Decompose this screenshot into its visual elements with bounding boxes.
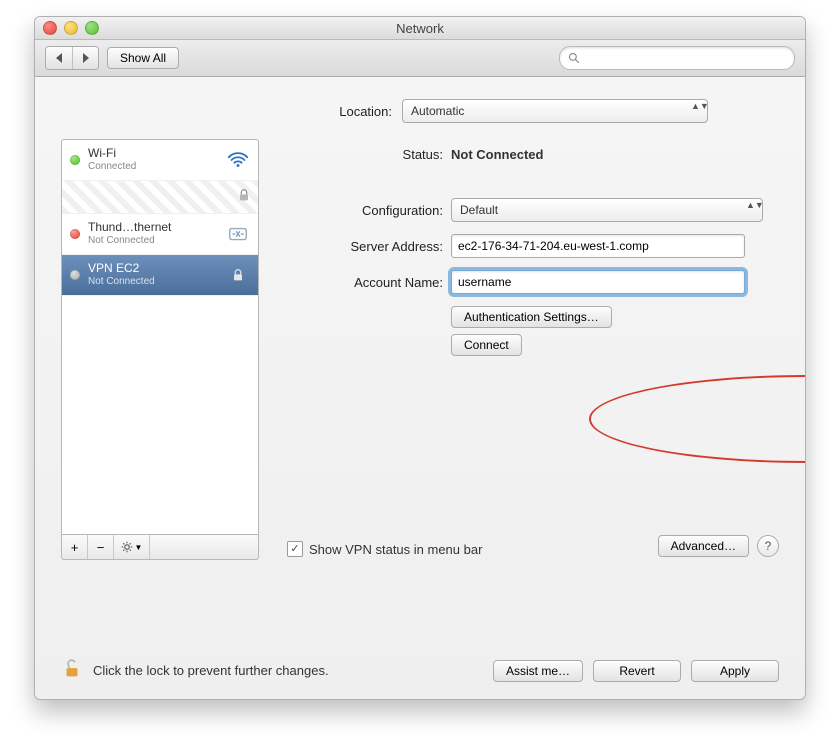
authentication-settings-button[interactable]: Authentication Settings…	[451, 306, 612, 328]
chevron-left-icon	[56, 53, 62, 63]
assist-me-button[interactable]: Assist me…	[493, 660, 583, 682]
window-title: Network	[396, 21, 444, 36]
network-prefs-window: Network Show All Location: Automatic ▲▼	[34, 16, 806, 700]
service-status: Connected	[88, 160, 226, 174]
window-controls	[43, 21, 99, 35]
toolbar: Show All	[35, 40, 805, 77]
service-row-wifi[interactable]: Wi-Fi Connected	[62, 140, 258, 181]
annotation-ellipse	[589, 375, 806, 463]
account-name-row: Account Name:	[287, 270, 779, 294]
service-row-vpn-ec2[interactable]: VPN EC2 Not Connected	[62, 255, 258, 296]
help-button[interactable]: ?	[757, 535, 779, 557]
close-window-button[interactable]	[43, 21, 57, 35]
forward-button[interactable]	[72, 47, 98, 69]
vpn-status-row: ✓ Show VPN status in menu bar	[287, 541, 482, 557]
service-status: Not Connected	[88, 234, 226, 248]
chevron-updown-icon: ▲▼	[691, 103, 701, 110]
account-name-label: Account Name:	[287, 275, 443, 290]
search-input[interactable]	[586, 50, 786, 66]
status-dot-disconnected-icon	[70, 229, 80, 239]
service-actions-menu[interactable]: ▼	[114, 535, 150, 559]
status-row: Status: Not Connected	[287, 147, 779, 162]
show-vpn-status-checkbox[interactable]: ✓	[287, 541, 303, 557]
location-value: Automatic	[411, 104, 464, 118]
configuration-label: Configuration:	[287, 203, 443, 218]
wifi-icon	[226, 149, 250, 171]
zoom-window-button[interactable]	[85, 21, 99, 35]
check-icon: ✓	[290, 544, 299, 555]
search-field[interactable]	[559, 46, 795, 70]
remove-service-button[interactable]: −	[88, 535, 114, 559]
bottom-bar: Click the lock to prevent further change…	[61, 658, 779, 683]
configuration-popup[interactable]: Default ▲▼	[451, 198, 763, 222]
service-name: VPN EC2	[88, 261, 226, 275]
unlock-icon[interactable]	[61, 658, 83, 683]
service-name: Wi-Fi	[88, 146, 226, 160]
services-sidebar: Wi-Fi Connected	[61, 139, 259, 560]
connect-button[interactable]: Connect	[451, 334, 522, 356]
location-label: Location:	[132, 104, 392, 119]
titlebar: Network	[35, 17, 805, 40]
revert-button[interactable]: Revert	[593, 660, 681, 682]
server-address-row: Server Address:	[287, 234, 779, 258]
gear-icon	[121, 541, 133, 553]
server-address-input[interactable]	[451, 234, 745, 258]
advanced-button[interactable]: Advanced…	[658, 535, 749, 557]
configuration-row: Configuration: Default ▲▼	[287, 198, 779, 222]
service-status: Not Connected	[88, 275, 226, 289]
ethernet-icon	[226, 223, 250, 245]
server-address-label: Server Address:	[287, 239, 443, 254]
service-name: Thund…thernet	[88, 220, 226, 234]
nav-segment	[45, 46, 99, 70]
configuration-value: Default	[460, 203, 498, 217]
services-footer: + − ▼	[61, 535, 259, 560]
detail-panel: Status: Not Connected Configuration: Def…	[287, 139, 779, 557]
account-name-input[interactable]	[451, 270, 745, 294]
back-button[interactable]	[46, 47, 72, 69]
show-vpn-status-label: Show VPN status in menu bar	[309, 542, 482, 557]
search-icon	[568, 52, 580, 64]
status-value: Not Connected	[451, 147, 543, 162]
status-dot-inactive-icon	[70, 270, 80, 280]
status-dot-connected-icon	[70, 155, 80, 165]
apply-button[interactable]: Apply	[691, 660, 779, 682]
lock-hint-text: Click the lock to prevent further change…	[93, 663, 329, 678]
location-row: Location: Automatic ▲▼	[35, 77, 805, 139]
minimize-window-button[interactable]	[64, 21, 78, 35]
location-popup[interactable]: Automatic ▲▼	[402, 99, 708, 123]
services-list[interactable]: Wi-Fi Connected	[61, 139, 259, 535]
chevron-right-icon	[83, 53, 89, 63]
chevron-down-icon: ▼	[135, 543, 143, 552]
add-service-button[interactable]: +	[62, 535, 88, 559]
service-row-thunderbolt-ethernet[interactable]: Thund…thernet Not Connected	[62, 214, 258, 255]
lock-icon	[226, 267, 250, 283]
lock-icon	[236, 187, 252, 206]
service-row-redacted[interactable]	[62, 181, 258, 214]
show-all-button[interactable]: Show All	[107, 47, 179, 69]
chevron-updown-icon: ▲▼	[746, 202, 756, 209]
status-label: Status:	[287, 147, 443, 162]
